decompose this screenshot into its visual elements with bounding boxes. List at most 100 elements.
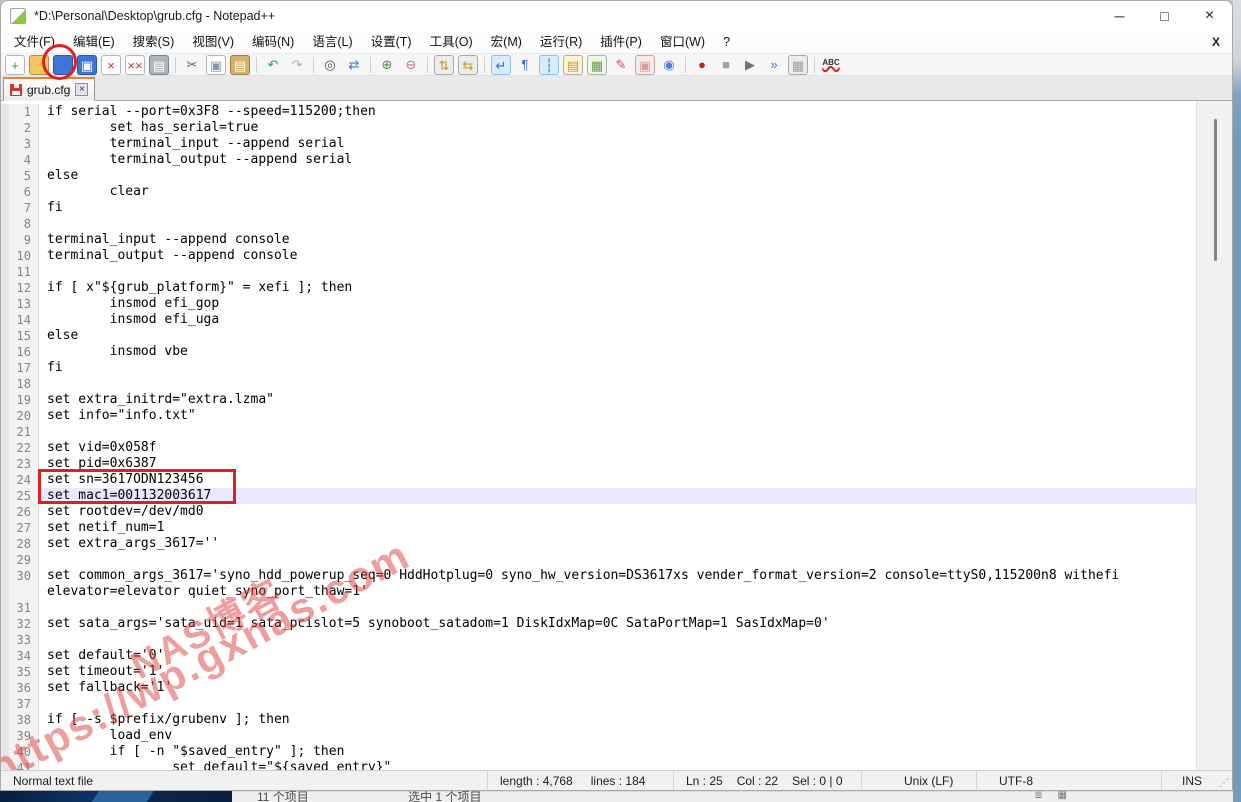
- tab-grub-cfg[interactable]: grub.cfg ×: [3, 77, 95, 101]
- menu-item-macro[interactable]: 宏(M): [482, 31, 531, 53]
- code-line[interactable]: 13 insmod efi_gop: [1, 296, 1196, 312]
- code-line[interactable]: 41 set default="${saved_entry}": [1, 760, 1196, 770]
- new-file-icon[interactable]: +: [5, 55, 25, 75]
- code-line[interactable]: 4 terminal_output --append serial: [1, 152, 1196, 168]
- code-line[interactable]: 39 load_env: [1, 728, 1196, 744]
- code-line[interactable]: 40 if [ -n "$saved_entry" ]; then: [1, 744, 1196, 760]
- close-all-icon[interactable]: ××: [125, 55, 145, 75]
- spell-check-icon[interactable]: ABC: [821, 55, 841, 75]
- open-folder-icon[interactable]: [29, 55, 49, 75]
- menu-item-run[interactable]: 运行(R): [531, 31, 591, 53]
- status-eol-format[interactable]: Unix (LF): [861, 771, 976, 790]
- code-line[interactable]: 22set vid=0x058f: [1, 440, 1196, 456]
- menu-item-tools[interactable]: 工具(O): [421, 31, 482, 53]
- tab-close-icon[interactable]: ×: [75, 83, 88, 96]
- menu-item-view[interactable]: 视图(V): [183, 31, 243, 53]
- code-line[interactable]: elevator=elevator quiet syno_port_thaw=1…: [1, 584, 1196, 600]
- code-line[interactable]: 9terminal_input --append console: [1, 232, 1196, 248]
- status-insert-mode[interactable]: INS ⋰: [1161, 771, 1232, 790]
- redo-icon[interactable]: ↷: [287, 55, 307, 75]
- document-list-icon[interactable]: ✎: [611, 55, 631, 75]
- toolbar-divider: [370, 57, 371, 73]
- editor-text-area[interactable]: 1if serial --port=0x3F8 --speed=115200;t…: [1, 101, 1196, 770]
- code-line[interactable]: 27set netif_num=1: [1, 520, 1196, 536]
- monitoring-eye-icon[interactable]: ◉: [659, 55, 679, 75]
- macro-record-icon[interactable]: ●: [692, 55, 712, 75]
- code-line[interactable]: 30set common_args_3617='syno_hdd_powerup…: [1, 568, 1196, 584]
- menu-item-window[interactable]: 窗口(W): [651, 31, 714, 53]
- code-line[interactable]: 15else: [1, 328, 1196, 344]
- resize-grip-icon[interactable]: ⋰: [1219, 778, 1229, 789]
- code-line[interactable]: 14 insmod efi_uga: [1, 312, 1196, 328]
- code-line[interactable]: 5else: [1, 168, 1196, 184]
- code-line[interactable]: 33: [1, 632, 1196, 648]
- word-wrap-icon[interactable]: ↵: [491, 55, 511, 75]
- cut-icon[interactable]: ✂: [182, 55, 202, 75]
- menu-item-settings[interactable]: 设置(T): [362, 31, 421, 53]
- zoom-in-icon[interactable]: ⊕: [377, 55, 397, 75]
- close-button[interactable]: ×: [1187, 1, 1232, 31]
- macro-play-icon[interactable]: ▶: [740, 55, 760, 75]
- print-icon[interactable]: ▤: [149, 55, 169, 75]
- minimize-button[interactable]: ─: [1097, 1, 1142, 31]
- close-icon[interactable]: ×: [101, 55, 121, 75]
- zoom-out-icon[interactable]: ⊖: [401, 55, 421, 75]
- macro-save-icon[interactable]: ▦: [788, 55, 808, 75]
- toolbar-divider: [313, 57, 314, 73]
- code-line[interactable]: 3 terminal_input --append serial: [1, 136, 1196, 152]
- code-line[interactable]: 35set timeout='1': [1, 664, 1196, 680]
- find-icon[interactable]: ◎: [320, 55, 340, 75]
- code-line[interactable]: 37: [1, 696, 1196, 712]
- paste-icon[interactable]: ▤: [230, 55, 250, 75]
- save-icon[interactable]: [53, 55, 73, 75]
- sync-vertical-scroll-icon[interactable]: ⇅: [434, 55, 454, 75]
- menu-item-edit[interactable]: 编辑(E): [64, 31, 124, 53]
- vertical-scrollbar[interactable]: [1196, 101, 1232, 770]
- code-line[interactable]: 31: [1, 600, 1196, 616]
- copy-icon[interactable]: ▣: [206, 55, 226, 75]
- menu-item-encoding[interactable]: 编码(N): [243, 31, 303, 53]
- menubar-close-document-icon[interactable]: X: [1212, 35, 1220, 49]
- menu-item-search[interactable]: 搜索(S): [124, 31, 184, 53]
- code-line[interactable]: 21: [1, 424, 1196, 440]
- maximize-button[interactable]: □: [1142, 1, 1187, 31]
- code-line[interactable]: 28set extra_args_3617='': [1, 536, 1196, 552]
- code-line[interactable]: 19set extra_initrd="extra.lzma": [1, 392, 1196, 408]
- menu-item-file[interactable]: 文件(F): [5, 31, 64, 53]
- code-line[interactable]: 2 set has_serial=true: [1, 120, 1196, 136]
- code-line[interactable]: 34set default='0': [1, 648, 1196, 664]
- macro-stop-icon[interactable]: ■: [716, 55, 736, 75]
- explorer-view-toggle-icons[interactable]: ≣ ▦: [1034, 791, 1073, 801]
- code-line[interactable]: 10terminal_output --append console: [1, 248, 1196, 264]
- show-all-characters-icon[interactable]: ¶: [515, 55, 535, 75]
- code-line[interactable]: 7fi: [1, 200, 1196, 216]
- macro-run-multiple-icon[interactable]: »: [764, 55, 784, 75]
- status-encoding[interactable]: UTF-8: [976, 771, 1161, 790]
- code-line[interactable]: 11: [1, 264, 1196, 280]
- code-line[interactable]: 12if [ x"${grub_platform}" = xefi ]; the…: [1, 280, 1196, 296]
- indent-guide-icon[interactable]: ┆: [539, 55, 559, 75]
- code-line[interactable]: 36set fallback='1': [1, 680, 1196, 696]
- code-line[interactable]: 1if serial --port=0x3F8 --speed=115200;t…: [1, 104, 1196, 120]
- menu-item-language[interactable]: 语言(L): [303, 31, 361, 53]
- code-line[interactable]: 6 clear: [1, 184, 1196, 200]
- code-line[interactable]: 17fi: [1, 360, 1196, 376]
- code-line[interactable]: 20set info="info.txt": [1, 408, 1196, 424]
- code-line[interactable]: 26set rootdev=/dev/md0: [1, 504, 1196, 520]
- folder-as-workspace-icon[interactable]: ▣: [635, 55, 655, 75]
- menu-item-help[interactable]: ?: [714, 31, 739, 53]
- code-line[interactable]: 8: [1, 216, 1196, 232]
- scrollbar-thumb[interactable]: [1214, 119, 1217, 261]
- code-line[interactable]: 18: [1, 376, 1196, 392]
- function-list-icon[interactable]: ▤: [563, 55, 583, 75]
- menu-item-plugins[interactable]: 插件(P): [591, 31, 651, 53]
- undo-icon[interactable]: ↶: [263, 55, 283, 75]
- document-map-icon[interactable]: ▦: [587, 55, 607, 75]
- code-line[interactable]: 38if [ -s $prefix/grubenv ]; then: [1, 712, 1196, 728]
- replace-icon[interactable]: ⇄: [344, 55, 364, 75]
- code-line[interactable]: 32set sata_args='sata_uid=1 sata_pcislot…: [1, 616, 1196, 632]
- sync-horizontal-scroll-icon[interactable]: ⇆: [458, 55, 478, 75]
- save-all-icon[interactable]: ▣: [77, 55, 97, 75]
- code-line[interactable]: 16 insmod vbe: [1, 344, 1196, 360]
- code-line[interactable]: 29: [1, 552, 1196, 568]
